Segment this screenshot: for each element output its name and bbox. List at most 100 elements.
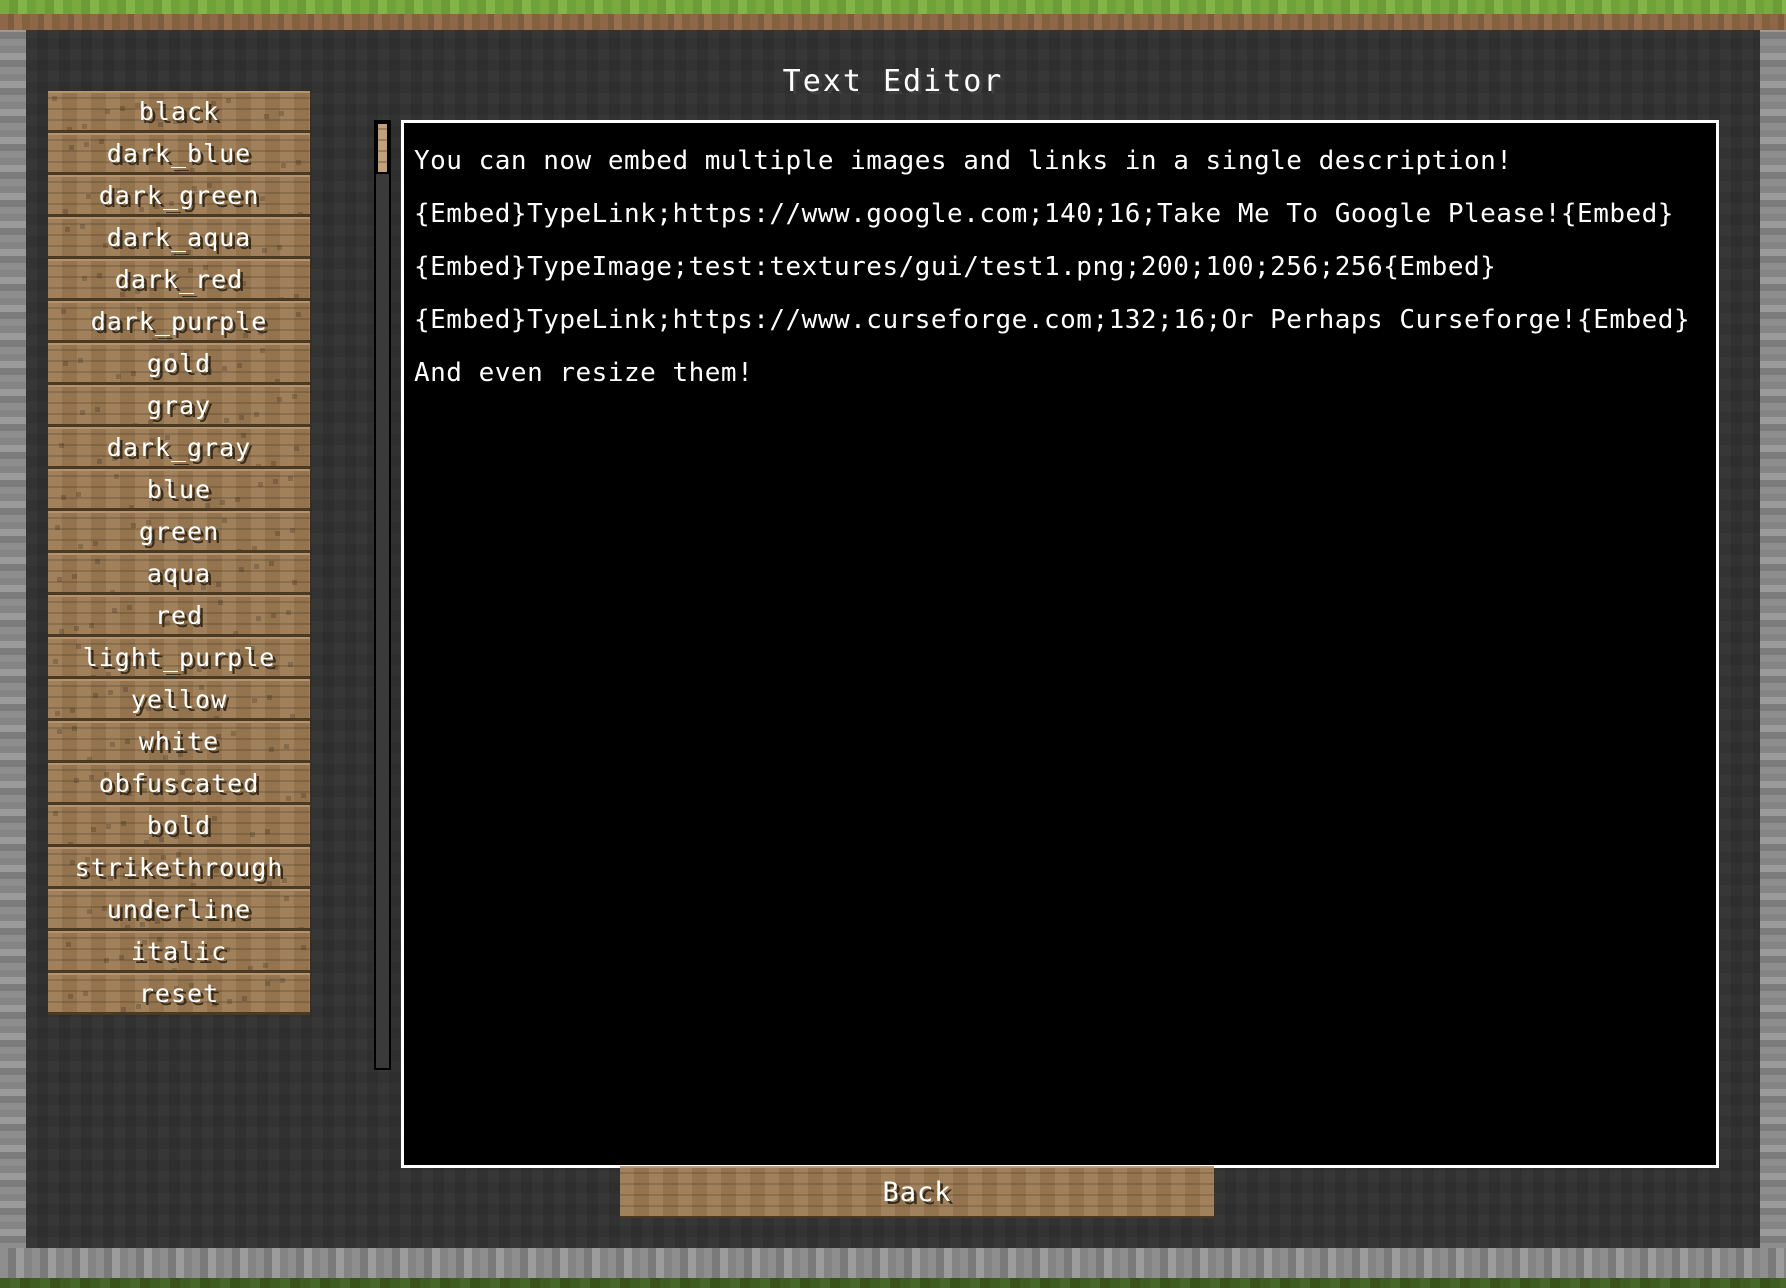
plank-speck (235, 497, 240, 502)
plank-speck (83, 991, 88, 996)
plank-speck (78, 544, 83, 549)
plank-speck (294, 294, 299, 298)
plank-speck (121, 1007, 126, 1012)
plank-speck (296, 312, 301, 317)
plank-speck (76, 492, 81, 497)
format-item-dark-gray[interactable]: dark_gray (48, 427, 310, 469)
plank-speck (112, 608, 117, 613)
vertical-scrollbar[interactable] (374, 120, 391, 1070)
format-item-dark-red[interactable]: dark_red (48, 259, 310, 301)
plank-speck (108, 690, 113, 695)
format-item-dark-green[interactable]: dark_green (48, 175, 310, 217)
format-item-dark-purple[interactable]: dark_purple (48, 301, 310, 343)
grass-texture-bottom (0, 1278, 1786, 1288)
plank-speck (267, 695, 272, 700)
format-item-light-purple[interactable]: light_purple (48, 637, 310, 679)
format-item-italic[interactable]: italic (48, 931, 310, 973)
plank-speck (286, 610, 291, 615)
plank-speck (105, 109, 110, 114)
plank-speck (80, 410, 85, 415)
format-item-label: dark_gray (106, 433, 252, 462)
plank-speck (144, 840, 149, 844)
plank-speck (125, 925, 130, 928)
editor-line[interactable]: And even resize them! (414, 347, 1706, 400)
plank-speck (227, 999, 232, 1004)
plank-speck (104, 958, 109, 963)
format-item-dark-blue[interactable]: dark_blue (48, 133, 310, 175)
format-item-yellow[interactable]: yellow (48, 679, 310, 721)
format-item-aqua[interactable]: aqua (48, 553, 310, 595)
plank-speck (55, 525, 60, 530)
format-item-black[interactable]: black (48, 91, 310, 133)
minecraft-background: Text Editor black dark_blue dark_green dark… (0, 0, 1786, 1288)
format-code-list[interactable]: black dark_blue dark_green dark_aqua dark_re… (48, 91, 310, 1045)
format-item-label: strikethrough (74, 853, 284, 882)
format-item-label: dark_purple (90, 307, 268, 336)
plank-speck (190, 168, 195, 172)
format-item-label: bold (146, 811, 212, 840)
plank-speck (61, 495, 66, 500)
plank-speck (239, 567, 244, 572)
plank-speck (220, 500, 225, 505)
plank-speck (53, 659, 58, 664)
format-item-bold[interactable]: bold (48, 805, 310, 847)
format-item-label: aqua (146, 559, 212, 588)
format-item-green[interactable]: green (48, 511, 310, 553)
plank-speck (59, 629, 64, 634)
format-item-dark-aqua[interactable]: dark_aqua (48, 217, 310, 259)
format-item-label: yellow (130, 685, 228, 714)
plank-speck (301, 793, 306, 798)
plank-speck (242, 996, 247, 1001)
plank-speck (55, 711, 60, 716)
grass-texture-top (0, 0, 1786, 14)
plank-speck (110, 742, 115, 747)
text-editor-field[interactable]: You can now embed multiple images and li… (401, 120, 1719, 1168)
plank-speck (70, 708, 75, 713)
plank-speck (224, 418, 229, 423)
plank-speck (286, 796, 291, 801)
plank-speck (226, 98, 231, 103)
plank-speck (72, 574, 77, 579)
plank-speck (256, 616, 261, 621)
plank-speck (271, 613, 276, 618)
plank-speck (52, 96, 57, 101)
plank-speck (87, 757, 92, 760)
plank-speck (97, 459, 102, 464)
editor-line[interactable]: You can now embed multiple images and li… (414, 135, 1706, 188)
plank-speck (269, 561, 274, 566)
plank-speck (237, 363, 242, 368)
plank-speck (301, 945, 306, 950)
plank-speck (248, 966, 253, 970)
plank-speck (239, 415, 244, 420)
plank-speck (269, 747, 274, 752)
format-item-blue[interactable]: blue (48, 469, 310, 511)
stone-border-bottom (0, 1248, 1786, 1278)
plank-speck (290, 714, 295, 718)
format-item-strikethrough[interactable]: strikethrough (48, 847, 310, 889)
format-item-white[interactable]: white (48, 721, 310, 763)
editor-line[interactable]: {Embed}TypeImage;test:textures/gui/test1… (414, 241, 1706, 294)
format-item-red[interactable]: red (48, 595, 310, 637)
plank-speck (290, 528, 295, 533)
format-item-gold[interactable]: gold (48, 343, 310, 385)
plank-speck (63, 361, 68, 366)
editor-line[interactable]: {Embed}TypeLink;https://www.google.com;1… (414, 188, 1706, 241)
format-item-gray[interactable]: gray (48, 385, 310, 427)
stone-border-right (1760, 30, 1786, 1278)
back-button-label: Back (882, 1176, 952, 1208)
scrollbar-thumb[interactable] (376, 122, 389, 174)
format-item-reset[interactable]: reset (48, 973, 310, 1015)
plank-speck (106, 824, 111, 829)
format-item-label: obfuscated (98, 769, 260, 798)
format-item-label: dark_green (98, 181, 260, 210)
editor-line[interactable]: {Embed}TypeLink;https://www.curseforge.c… (414, 294, 1706, 347)
plank-speck (119, 955, 124, 960)
plank-speck (262, 248, 267, 253)
plank-speck (63, 209, 68, 214)
plank-speck (114, 474, 119, 479)
back-button[interactable]: Back (620, 1166, 1214, 1218)
plank-speck (127, 605, 132, 610)
format-item-obfuscated[interactable]: obfuscated (48, 763, 310, 805)
format-item-underline[interactable]: underline (48, 889, 310, 931)
plank-speck (281, 163, 286, 168)
